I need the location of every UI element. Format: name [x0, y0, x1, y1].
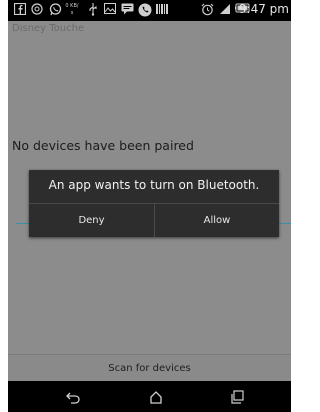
- data-speed-text: 0 KB/s: [65, 3, 79, 16]
- call-icon: [138, 3, 152, 17]
- data-speed-icon: 0 KB/s: [65, 3, 79, 17]
- scan-for-devices-button[interactable]: Scan for devices: [8, 355, 291, 382]
- home-icon[interactable]: [148, 389, 164, 404]
- barcode-icon: [156, 3, 168, 17]
- back-icon[interactable]: [65, 389, 81, 404]
- dialog-message: An app wants to turn on Bluetooth.: [48, 178, 260, 192]
- usb-icon: [88, 3, 98, 17]
- whatsapp-icon: [48, 3, 62, 17]
- empty-devices-message: No devices have been paired: [12, 138, 194, 153]
- navigation-bar: [8, 381, 291, 412]
- alarm-icon: [201, 3, 214, 17]
- recents-icon[interactable]: [229, 389, 245, 404]
- app-title: Disney Touche: [12, 23, 85, 34]
- phone-screen: 0 KB/s 9:47 pm Disney Touche No devices …: [8, 0, 291, 412]
- status-time: 9:47 pm: [238, 2, 289, 16]
- gallery-icon: [104, 3, 116, 17]
- bluetooth-permission-dialog: An app wants to turn on Bluetooth. Deny …: [29, 170, 279, 237]
- message-icon: [121, 3, 134, 17]
- facebook-icon: [13, 2, 27, 17]
- scan-bar: Scan for devices: [8, 354, 291, 382]
- status-bar: 0 KB/s 9:47 pm: [8, 0, 291, 21]
- instagram-icon: [31, 3, 43, 17]
- divider-line-right: [279, 223, 291, 224]
- deny-button[interactable]: Deny: [29, 204, 154, 237]
- app-screen: Disney Touche No devices have been paire…: [8, 21, 291, 382]
- signal-icon: [219, 3, 231, 17]
- allow-button[interactable]: Allow: [155, 204, 279, 237]
- divider-line-left: [16, 223, 30, 224]
